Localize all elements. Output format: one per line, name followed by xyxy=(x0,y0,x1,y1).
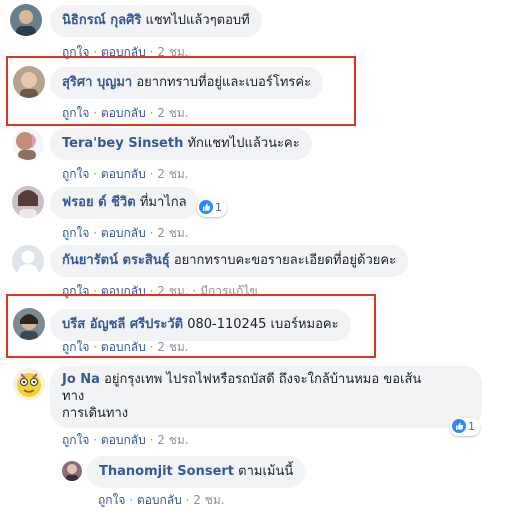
comment-text: แชทไปแล้วๆตอบที xyxy=(145,13,250,28)
avatar[interactable] xyxy=(12,128,44,160)
comment-author[interactable]: กันยารัตน์ ตระสินธุ์ xyxy=(62,253,170,268)
thumbs-up-icon xyxy=(452,419,466,433)
comment-author[interactable]: นิธิกรณ์ กุลศิริ xyxy=(62,13,141,28)
thumbs-up-icon xyxy=(199,200,213,214)
reply-link[interactable]: ตอบกลับ xyxy=(101,167,146,181)
highlight-box xyxy=(6,56,356,126)
timestamp[interactable]: 2 ชม. xyxy=(157,167,188,181)
comment-author[interactable]: ฟรอย ด์ ชีวิต xyxy=(62,195,136,210)
reaction-count: 1 xyxy=(468,420,475,433)
comment-actions: ถูกใจ · ตอบกลับ · 2 ชม. xyxy=(98,491,225,510)
comment-actions: ถูกใจ · ตอบกลับ · 2 ชม. xyxy=(62,165,189,184)
reaction-badge[interactable]: 1 xyxy=(197,199,227,217)
reaction-badge[interactable]: 1 xyxy=(450,418,480,436)
comment-bubble: กันยารัตน์ ตระสินธุ์ อยากทราบคะขอรายละเอ… xyxy=(50,245,409,277)
reaction-count: 1 xyxy=(215,201,222,214)
like-link[interactable]: ถูกใจ xyxy=(62,433,89,447)
comment-text-line-2: ทาง xyxy=(62,389,85,404)
timestamp[interactable]: 2 ชม. xyxy=(193,493,224,507)
comment-bubble: ฟรอย ด์ ชีวิต ที่มาไกล xyxy=(50,187,199,219)
comment-text: ตามเม้นนี้ xyxy=(238,464,294,479)
timestamp[interactable]: 2 ชม. xyxy=(157,226,188,240)
comment-text-line-1: อยู่กรุงเทพ ไปรถไฟหรือรถบัสดี ถึงจะใกล้บ… xyxy=(104,372,422,387)
separator: · xyxy=(149,167,154,181)
comment-author[interactable]: Thanomjit Sonsert xyxy=(99,464,234,479)
like-link[interactable]: ถูกใจ xyxy=(62,226,89,240)
avatar[interactable] xyxy=(12,186,44,218)
separator: · xyxy=(149,433,154,447)
like-link[interactable]: ถูกใจ xyxy=(98,493,125,507)
comment-bubble: นิธิกรณ์ กุลศิริ แชทไปแล้วๆตอบที xyxy=(50,5,262,37)
timestamp[interactable]: 2 ชม. xyxy=(157,433,188,447)
comment-actions: ถูกใจ · ตอบกลับ · 2 ชม. xyxy=(62,431,189,450)
comment-text: อยากทราบคะขอรายละเอียดที่อยู่ด้วยคะ xyxy=(173,253,397,268)
separator: · xyxy=(93,167,98,181)
comment-bubble: Tera'bey Sinseth ทักแชทไปแล้วนะคะ xyxy=(50,128,312,160)
reply-link[interactable]: ตอบกลับ xyxy=(101,433,146,447)
comment-text: ที่มาไกล xyxy=(139,195,187,210)
avatar[interactable] xyxy=(12,245,44,277)
comment-bubble: Thanomjit Sonsert ตามเม้นนี้ xyxy=(87,456,306,488)
highlight-box xyxy=(6,294,376,358)
separator: · xyxy=(185,493,190,507)
comment-text-line-3: การเดินทาง xyxy=(62,406,129,421)
separator: · xyxy=(93,226,98,240)
comment-actions: ถูกใจ · ตอบกลับ · 2 ชม. xyxy=(62,224,189,243)
reply-link[interactable]: ตอบกลับ xyxy=(137,493,182,507)
avatar[interactable] xyxy=(10,4,42,36)
avatar[interactable] xyxy=(13,368,45,400)
separator: · xyxy=(93,433,98,447)
comment-author[interactable]: Jo Na xyxy=(62,372,100,387)
comment-author[interactable]: Tera'bey Sinseth xyxy=(62,136,183,151)
separator: · xyxy=(149,226,154,240)
comment-text: ทักแชทไปแล้วนะคะ xyxy=(187,136,300,151)
avatar[interactable] xyxy=(62,461,82,481)
comment-bubble: Jo Na อยู่กรุงเทพ ไปรถไฟหรือรถบัสดี ถึงจ… xyxy=(50,366,482,428)
separator: · xyxy=(129,493,134,507)
reply-link[interactable]: ตอบกลับ xyxy=(101,226,146,240)
like-link[interactable]: ถูกใจ xyxy=(62,167,89,181)
